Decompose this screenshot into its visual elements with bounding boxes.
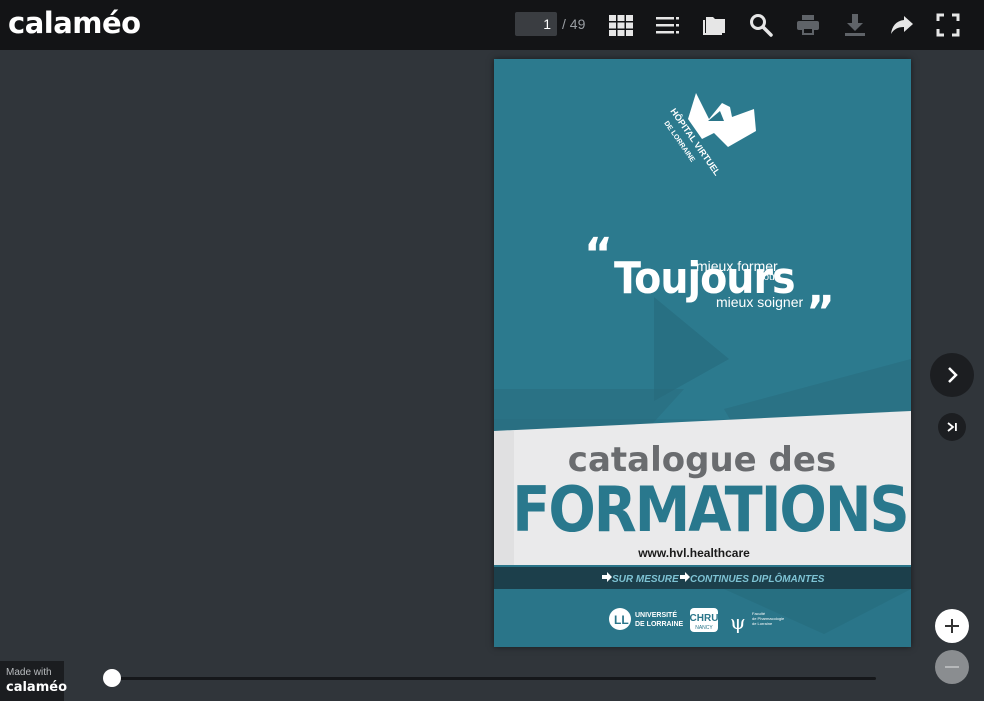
page-total: / 49 [562, 16, 586, 32]
partner1-line1: UNIVERSITÉ [635, 610, 677, 619]
strip-item-1: SUR MESURE [612, 574, 679, 585]
share-icon[interactable] [889, 12, 915, 38]
print-icon[interactable] [795, 12, 821, 38]
partner3-line3: de Lorraine [752, 621, 773, 626]
list-icon[interactable] [655, 12, 681, 38]
title-line2: FORMATIONS [512, 473, 907, 546]
made-with-calameo-badge[interactable]: Made with calaméo [0, 661, 68, 701]
page-slider-handle[interactable] [103, 669, 121, 687]
next-page-button[interactable] [930, 353, 974, 397]
download-icon[interactable] [842, 12, 868, 38]
partner2: CHRU [690, 613, 719, 624]
document-page-cover[interactable]: HÔPITAL VIRTUEL DE LORRAINE “ Toujours m… [494, 59, 911, 647]
calameo-logo[interactable]: calaméo [8, 6, 141, 40]
partner1-line2: DE LORRAINE [635, 621, 684, 628]
svg-text:LL: LL [614, 613, 629, 627]
cover-art: HÔPITAL VIRTUEL DE LORRAINE “ Toujours m… [494, 59, 911, 647]
strip-item-2: CONTINUES DIPLÔMANTES [690, 572, 825, 585]
grid-icon[interactable] [608, 12, 634, 38]
search-icon[interactable] [748, 12, 774, 38]
quote-mid: pour [758, 272, 779, 283]
faculte-logo: ψ [730, 610, 746, 634]
cover-website: www.hvl.healthcare [637, 546, 750, 560]
made-with-label: Made with [6, 667, 52, 678]
page-number-input[interactable]: 1 [515, 12, 557, 36]
folder-icon[interactable] [701, 12, 727, 38]
quote-open-mark: “ [584, 229, 613, 280]
partner2-sub: NANCY [695, 625, 713, 631]
fullscreen-icon[interactable] [935, 12, 961, 38]
plus-icon [945, 619, 959, 633]
chevron-right-icon [948, 367, 958, 383]
zoom-in-button[interactable] [935, 609, 969, 643]
skip-to-end-icon [947, 422, 957, 432]
minus-icon [945, 666, 959, 668]
top-toolbar: calaméo 1 / 49 [0, 0, 984, 50]
last-page-button[interactable] [938, 413, 966, 441]
page-slider-track[interactable] [112, 677, 876, 680]
quote-bottom: mieux soigner [716, 294, 803, 310]
quote-close-mark: ” [806, 287, 835, 338]
zoom-out-button[interactable] [935, 650, 969, 684]
made-with-brand: calaméo [6, 680, 68, 695]
